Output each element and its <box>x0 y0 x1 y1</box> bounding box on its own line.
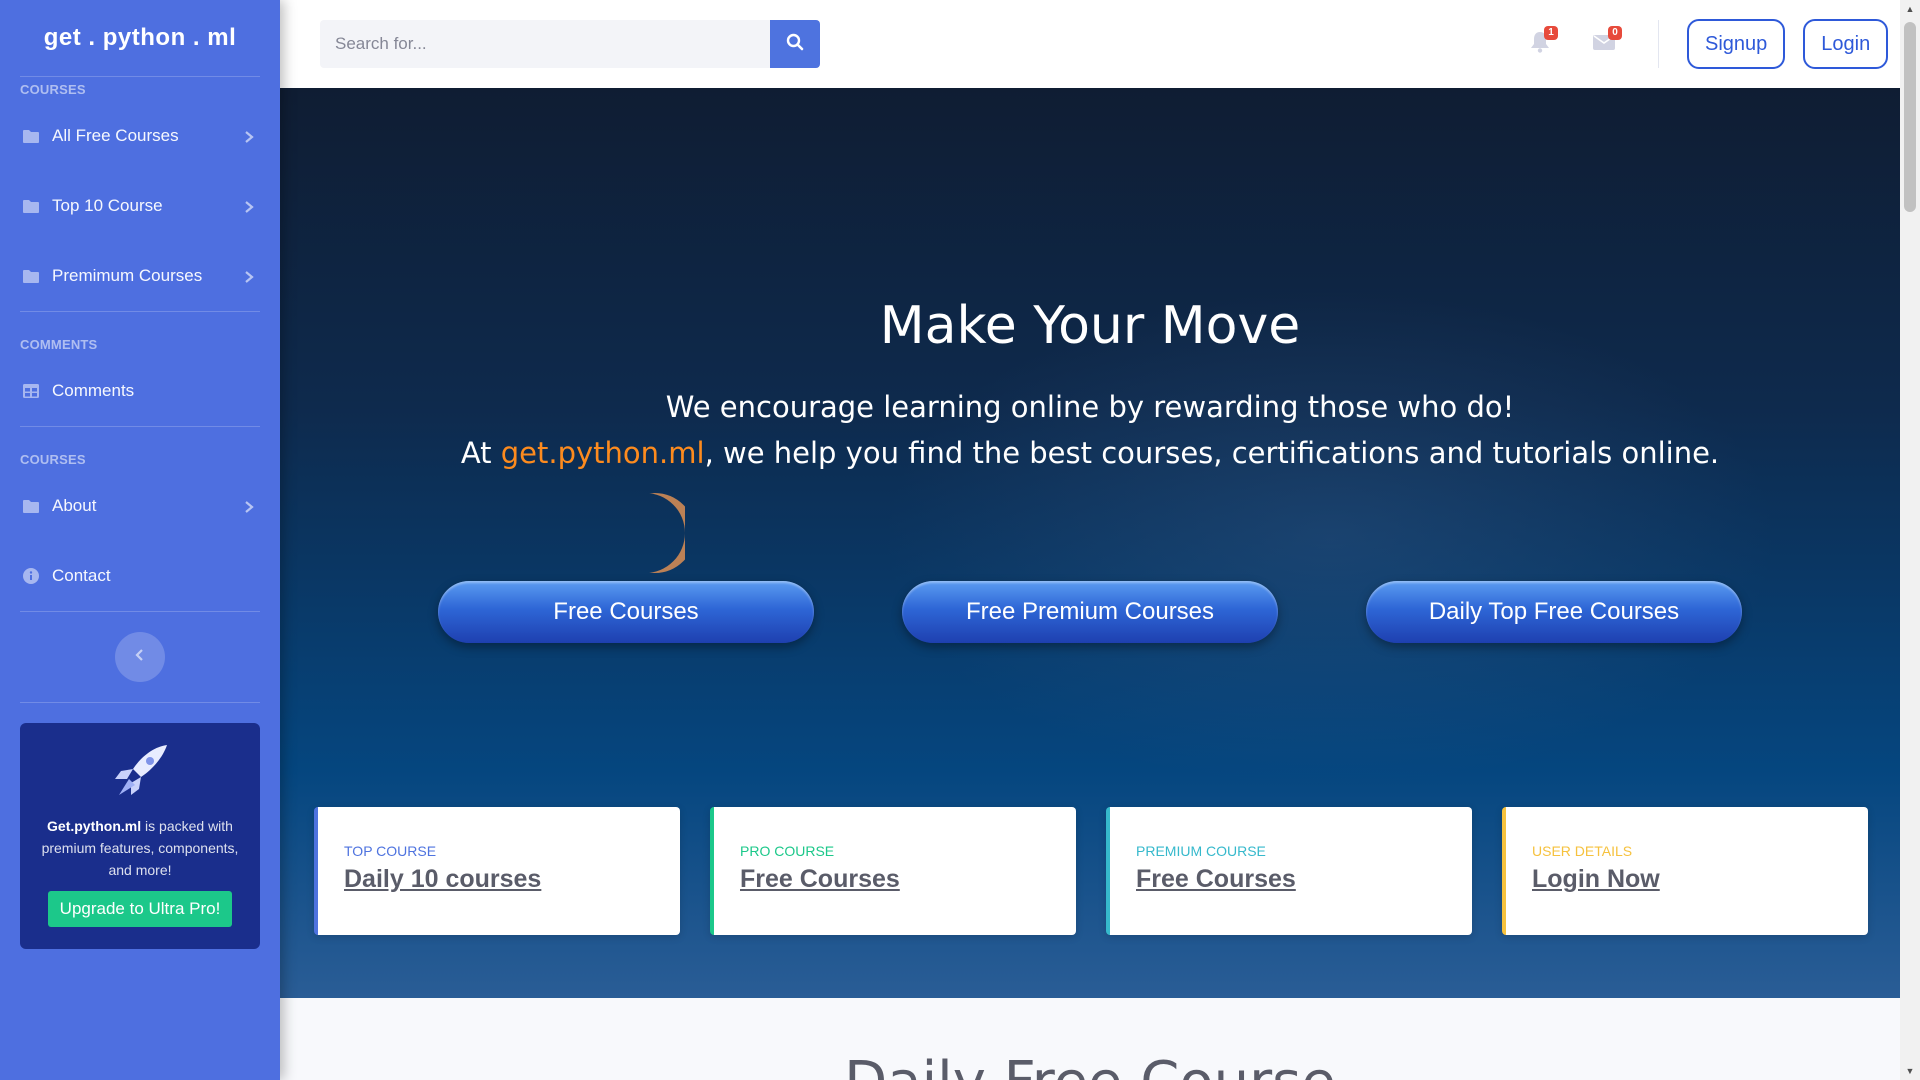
sidebar-item-label: Contact <box>52 566 111 585</box>
sidebar-item-top-10-course[interactable]: Top 10 Course <box>0 171 280 241</box>
alerts-button[interactable]: 1 <box>1508 0 1572 88</box>
divider <box>20 311 260 312</box>
page-scrollbar[interactable]: ▲ ▼ <box>1900 0 1920 1080</box>
cta-row: Free Courses Free Premium Courses Daily … <box>280 581 1900 643</box>
card-kicker: TOP COURSE <box>344 843 437 859</box>
card-link[interactable]: Free Courses <box>1136 865 1472 894</box>
chevron-right-icon <box>242 199 256 213</box>
card-user-details: USER DETAILS Login Now <box>1502 807 1868 935</box>
sidebar-toggle-wrap <box>0 612 280 702</box>
hero-section: Make Your Move We encourage learning onl… <box>280 88 1900 998</box>
card-link[interactable]: Daily 10 courses <box>344 865 680 894</box>
brand-logo[interactable]: get . python . ml <box>0 0 280 76</box>
upgrade-button[interactable]: Upgrade to Ultra Pro! <box>47 891 233 927</box>
divider <box>20 702 260 703</box>
card-link[interactable]: Login Now <box>1532 865 1868 894</box>
section-title: Daily Free Course <box>280 1050 1900 1080</box>
moon-decoration <box>645 493 685 573</box>
free-courses-button[interactable]: Free Courses <box>438 581 814 643</box>
signup-button[interactable]: Signup <box>1687 19 1786 69</box>
promo-card: Get.python.ml is packed with premium fea… <box>20 723 260 949</box>
sidebar-item-contact[interactable]: Contact <box>0 541 280 611</box>
sidebar-toggle-button[interactable] <box>115 632 165 682</box>
hero-subtitle: We encourage learning online by rewardin… <box>280 384 1900 476</box>
alerts-badge: 1 <box>1544 26 1558 40</box>
hero-title: Make Your Move <box>879 296 1301 356</box>
sidebar-item-label: About <box>52 496 97 515</box>
sidebar-item-comments[interactable]: Comments <box>0 356 280 426</box>
folder-icon <box>22 267 40 285</box>
scroll-down-icon[interactable]: ▼ <box>1900 1062 1920 1080</box>
topbar-actions: 1 0 Signup Login <box>1508 0 1906 88</box>
sidebar-item-about[interactable]: About <box>0 471 280 541</box>
sidebar-item-label: Premimum Courses <box>52 266 203 285</box>
promo-brand: Get.python.ml <box>47 818 142 834</box>
chevron-right-icon <box>242 499 256 513</box>
chevron-right-icon <box>242 269 256 283</box>
card-kicker: PREMIUM COURSE <box>1136 843 1266 859</box>
card-premium-course: PREMIUM COURSE Free Courses <box>1106 807 1472 935</box>
scroll-up-icon[interactable]: ▲ <box>1900 0 1920 18</box>
daily-top-free-courses-button[interactable]: Daily Top Free Courses <box>1366 581 1742 643</box>
scroll-thumb[interactable] <box>1904 22 1916 212</box>
card-kicker: PRO COURSE <box>740 843 835 859</box>
card-kicker: USER DETAILS <box>1532 843 1633 859</box>
table-icon <box>22 382 40 400</box>
sidebar-item-label: All Free Courses <box>52 126 179 145</box>
sidebar: get . python . ml COURSES All Free Cours… <box>0 0 280 1080</box>
sidebar-item-all-free-courses[interactable]: All Free Courses <box>0 101 280 171</box>
sidebar-heading-comments: COMMENTS <box>20 337 98 352</box>
hero-line-2: At get.python.ml, we help you find the b… <box>280 430 1900 476</box>
hero-line-2-suffix: , we help you find the best courses, cer… <box>704 436 1720 470</box>
login-button[interactable]: Login <box>1803 19 1889 69</box>
sidebar-item-premium-courses[interactable]: Premimum Courses <box>0 241 280 311</box>
messages-badge: 0 <box>1608 26 1622 40</box>
folder-icon <box>22 127 40 145</box>
messages-button[interactable]: 0 <box>1572 0 1636 88</box>
search-input[interactable] <box>320 20 770 68</box>
hero-glow <box>880 288 1780 788</box>
chevron-left-icon <box>134 648 146 667</box>
chevron-right-icon <box>242 129 256 143</box>
sidebar-item-label: Top 10 Course <box>52 196 163 215</box>
card-link[interactable]: Free Courses <box>740 865 1076 894</box>
search-bar <box>320 20 820 68</box>
free-premium-courses-button[interactable]: Free Premium Courses <box>902 581 1278 643</box>
sidebar-heading-courses: COURSES <box>20 452 86 467</box>
topbar: 1 0 Signup Login <box>280 0 1900 88</box>
sidebar-item-label: Comments <box>52 381 135 400</box>
hero-brand-link[interactable]: get.python.ml <box>501 436 705 470</box>
promo-text: Get.python.ml is packed with premium fea… <box>34 815 246 881</box>
hero-line-2-prefix: At <box>460 436 501 470</box>
divider <box>20 426 260 427</box>
folder-icon <box>22 197 40 215</box>
search-button[interactable] <box>770 20 820 68</box>
rocket-icon <box>34 741 246 805</box>
card-top-course: TOP COURSE Daily 10 courses <box>314 807 680 935</box>
card-pro-course: PRO COURSE Free Courses <box>710 807 1076 935</box>
sidebar-heading-courses: COURSES <box>20 82 86 97</box>
hero-line-1: We encourage learning online by rewardin… <box>665 390 1515 424</box>
stats-cards: TOP COURSE Daily 10 courses PRO COURSE F… <box>314 807 1869 935</box>
info-icon <box>22 567 40 585</box>
folder-icon <box>22 497 40 515</box>
topbar-divider <box>1658 20 1659 68</box>
search-icon <box>786 33 804 56</box>
